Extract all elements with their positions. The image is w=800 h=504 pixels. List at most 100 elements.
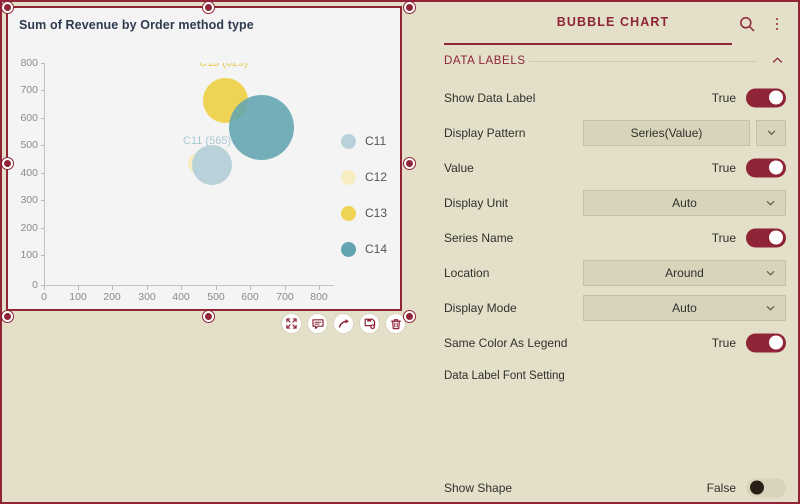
toggle-show-data-label[interactable] [746,88,786,107]
bubble-c14[interactable] [229,95,294,160]
x-tick-mark [44,286,45,290]
resize-handle-middle-right[interactable] [404,158,415,169]
chart-toolbar [281,313,406,334]
y-axis-tick: 800 [20,57,38,69]
x-tick-mark [112,286,113,290]
x-tick-mark [181,286,182,290]
legend-label: C14 [365,242,388,256]
legend-item-c11[interactable]: C11 [341,123,387,159]
x-axis-tick: 300 [138,291,156,303]
row-label: Value [444,160,474,175]
x-tick-mark [319,286,320,290]
resize-handle-bottom-center[interactable] [203,311,214,322]
x-tick-mark [147,286,148,290]
legend-label: C13 [365,206,388,220]
y-axis-tick: 600 [20,112,38,124]
legend-item-c14[interactable]: C14 [341,231,387,267]
x-axis-tick: 700 [276,291,294,303]
toggle-same-color-as-legend[interactable] [746,333,786,352]
x-axis-tick: 800 [310,291,328,303]
save-icon[interactable] [359,313,380,334]
select-location-value: Around [665,265,704,280]
row-display-unit[interactable]: Display Unit Auto [428,185,798,220]
toggle-series-name[interactable] [746,228,786,247]
y-axis-tick: 300 [20,194,38,206]
x-axis-tick: 0 [41,291,47,303]
menu-dot [775,17,779,21]
row-label: Display Unit [444,195,509,210]
share-icon[interactable] [333,313,354,334]
row-label: Show Shape [444,480,513,495]
x-axis-line [44,285,334,286]
row-value: True [711,230,736,245]
comment-icon[interactable] [307,313,328,334]
row-value-toggle[interactable]: Value True [428,150,798,185]
row-same-color-as-legend[interactable]: Same Color As Legend True [428,325,798,360]
application-window: Sum of Revenue by Order method type 800 … [0,0,800,504]
y-axis-tick: 400 [20,167,38,179]
row-label: Series Name [444,230,514,245]
bubble-label-c13: C13 (629) [199,63,248,69]
plot-area: C13 (629) C11 (565) [44,63,334,285]
properties-panel: BUBBLE CHART DATA LABELS Show Data Label… [428,2,798,502]
chevron-up-icon[interactable] [771,54,784,67]
y-axis-tick: 100 [20,249,38,261]
row-show-data-label[interactable]: Show Data Label True [428,80,798,115]
section-header-data-labels[interactable]: DATA LABELS [428,52,798,74]
toggle-value[interactable] [746,158,786,177]
resize-handle-top-left[interactable] [2,2,13,13]
select-location[interactable]: Around [583,259,786,286]
row-label: Show Data Label [444,90,536,105]
legend-swatch-icon [341,169,356,185]
toggle-knob [750,480,764,495]
legend-swatch-icon [341,241,356,257]
row-display-pattern[interactable]: Display Pattern Series(Value) [428,115,798,150]
search-icon[interactable] [738,15,756,33]
legend-item-c13[interactable]: C13 [341,195,387,231]
row-value: True [711,90,736,105]
resize-handle-top-right[interactable] [404,2,415,13]
row-series-name[interactable]: Series Name True [428,220,798,255]
toggle-knob [769,230,783,245]
toggle-knob [769,90,783,105]
legend-label: C12 [365,170,388,184]
select-display-pattern[interactable]: Series(Value) [583,119,750,146]
resize-handle-bottom-right[interactable] [404,311,415,322]
y-axis-tick: 500 [20,139,38,151]
x-tick-mark [78,286,79,290]
chevron-down-icon [765,197,776,208]
resize-handle-top-center[interactable] [203,2,214,13]
select-display-mode[interactable]: Auto [583,294,786,321]
toggle-show-shape[interactable] [746,478,786,497]
row-display-mode[interactable]: Display Mode Auto [428,290,798,325]
legend-item-c12[interactable]: C12 [341,159,387,195]
resize-handle-middle-left[interactable] [2,158,13,169]
row-label: Display Mode [444,300,517,315]
row-value: False [706,480,736,495]
select-display-unit-value: Auto [672,195,697,210]
y-axis-tick: 200 [20,222,38,234]
row-value: True [711,160,736,175]
more-vertical-icon[interactable] [768,14,786,34]
select-display-unit[interactable]: Auto [583,189,786,216]
chart-legend: C11 C12 C13 C14 [341,123,387,267]
x-axis-tick: 600 [241,291,259,303]
title-underline [444,43,732,45]
row-location[interactable]: Location Around [428,255,798,290]
x-axis-tick: 100 [69,291,87,303]
chevron-down-icon [765,302,776,313]
select-display-mode-value: Auto [672,300,697,315]
x-axis-tick: 200 [103,291,121,303]
row-show-shape[interactable]: Show Shape False [428,470,798,502]
expand-icon[interactable] [281,313,302,334]
delete-icon[interactable] [385,313,406,334]
row-label: Location [444,265,490,280]
y-axis-tick: 0 [32,279,38,291]
row-label: Display Pattern [444,125,526,140]
y-axis-tick: 700 [20,84,38,96]
bubble-chart-widget[interactable]: Sum of Revenue by Order method type 800 … [2,2,415,322]
dropdown-button-display-pattern[interactable] [756,119,786,146]
legend-swatch-icon [341,205,356,221]
resize-handle-bottom-left[interactable] [2,311,13,322]
bubble-c11[interactable] [192,145,232,185]
